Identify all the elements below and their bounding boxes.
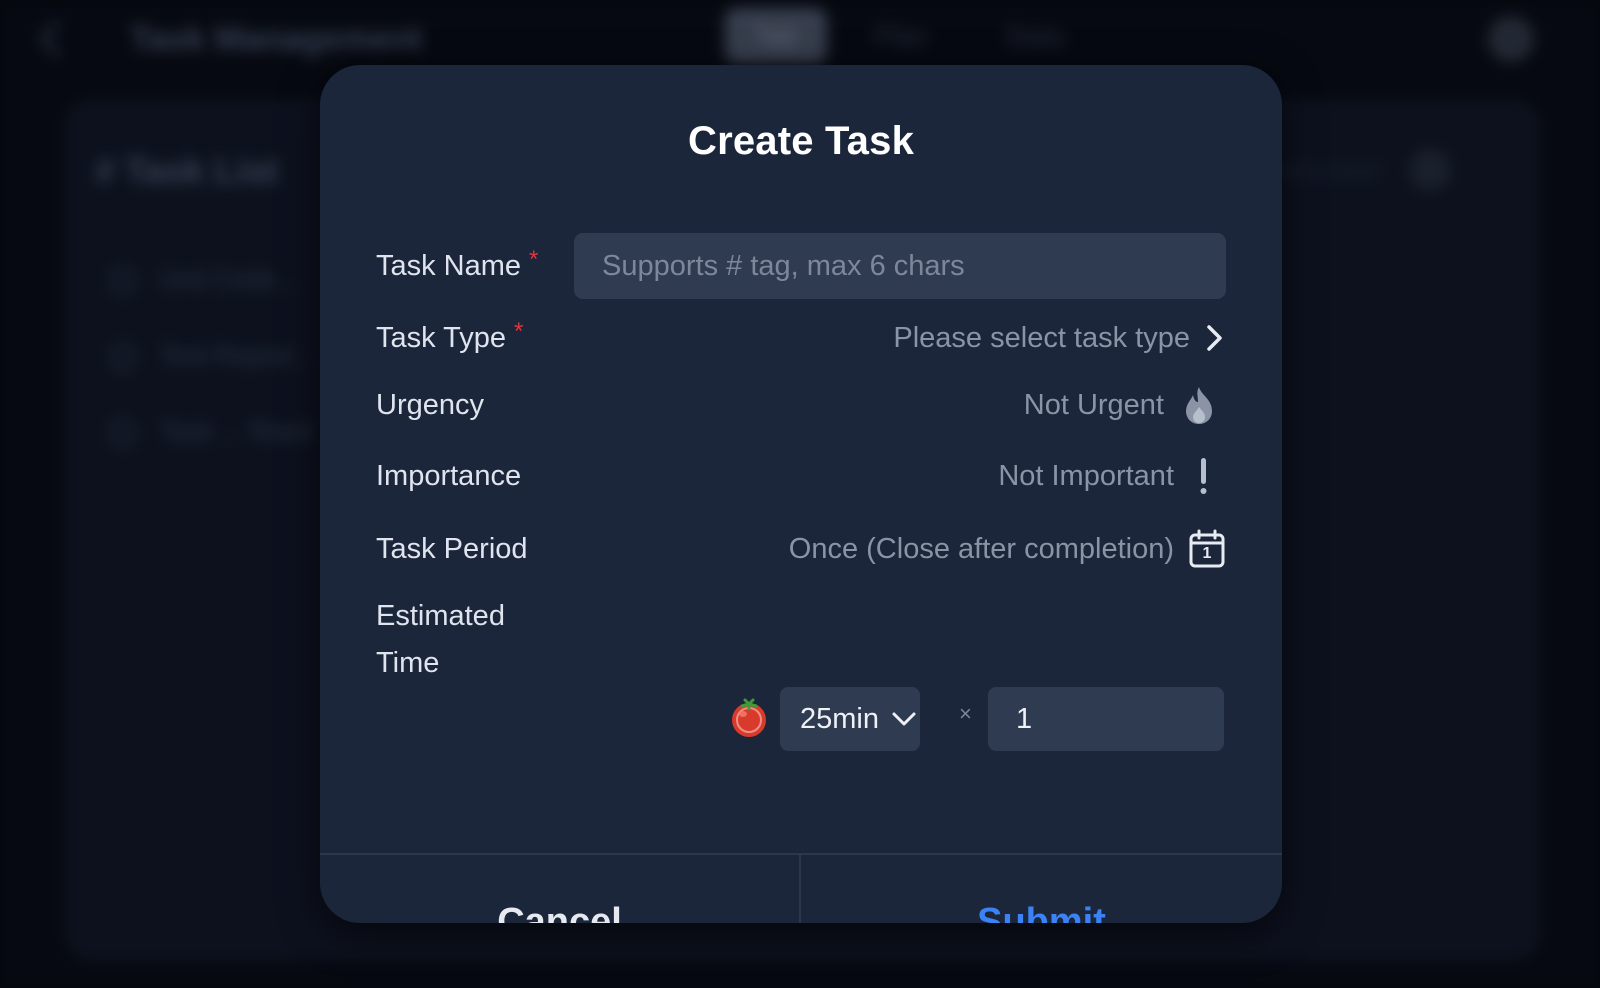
urgency-selector[interactable]: Not Urgent (1024, 385, 1216, 425)
background-list-title: # Task List (95, 150, 279, 191)
dialog-footer: Cancel Submit (320, 853, 1282, 923)
avatar (1488, 16, 1534, 62)
task-type-value: Please select task type (893, 321, 1190, 354)
background-tab: Tab (725, 8, 827, 64)
pomodoro-count-input[interactable] (988, 687, 1224, 751)
background-list-item: Test Report... (110, 340, 315, 371)
urgency-value: Not Urgent (1023, 388, 1164, 421)
urgency-label: Urgency (376, 388, 484, 421)
background-add-icon (1410, 150, 1450, 190)
create-task-dialog: Create Task Task Name * Task Type * Plea… (320, 65, 1282, 923)
importance-row[interactable]: Importance Not Important (376, 453, 1226, 499)
required-mark: * (514, 318, 524, 345)
dialog-title: Create Task (687, 119, 915, 163)
importance-value: Not Important (998, 459, 1174, 492)
back-icon (38, 20, 76, 58)
estimated-time-label-line2: Time (376, 647, 440, 679)
task-type-row[interactable]: Task Type * Please select task type (376, 315, 1226, 361)
duration-value: 25min (800, 702, 879, 735)
tomato-icon (728, 697, 770, 739)
importance-label: Importance (376, 459, 522, 492)
task-period-label: Task Period (376, 532, 528, 565)
multiply-sign: × (959, 701, 972, 726)
exclamation-icon (1196, 456, 1210, 496)
calendar-day: 1 (1202, 545, 1212, 562)
task-period-value: Once (Close after completion) (788, 532, 1174, 565)
required-mark: * (529, 246, 539, 273)
background-list-item: Unit Code... (110, 264, 297, 295)
background-filter-text: Unfinished (1265, 158, 1379, 185)
background-tabs: Tab Plan Stats (725, 8, 1094, 64)
background-tab: Stats (1004, 21, 1065, 51)
estimated-time-label-line1: Estimated (376, 600, 505, 632)
background-tab: Plan (874, 21, 927, 51)
duration-dropdown[interactable]: 25min (780, 687, 920, 751)
urgency-row[interactable]: Urgency Not Urgent (376, 382, 1226, 428)
submit-button[interactable]: Submit (801, 855, 1282, 924)
estimated-time-label: Estimated Time (376, 593, 505, 687)
importance-selector[interactable]: Not Important (998, 456, 1210, 496)
chevron-right-icon (1204, 323, 1226, 353)
task-period-selector[interactable]: Once (Close after completion) 1 (789, 529, 1226, 569)
background-app-title: Task Management (130, 20, 423, 58)
task-type-label: Task Type (376, 321, 507, 354)
cancel-button[interactable]: Cancel (320, 855, 801, 923)
chevron-down-icon (891, 710, 917, 728)
task-period-row[interactable]: Task Period Once (Close after completion… (376, 526, 1226, 572)
calendar-icon: 1 (1188, 529, 1226, 569)
task-name-input[interactable] (574, 233, 1226, 299)
task-name-label: Task Name (376, 249, 522, 282)
background-list-item: Task ... Read (110, 416, 312, 447)
flame-icon (1182, 385, 1216, 425)
task-type-selector[interactable]: Please select task type (893, 322, 1226, 355)
